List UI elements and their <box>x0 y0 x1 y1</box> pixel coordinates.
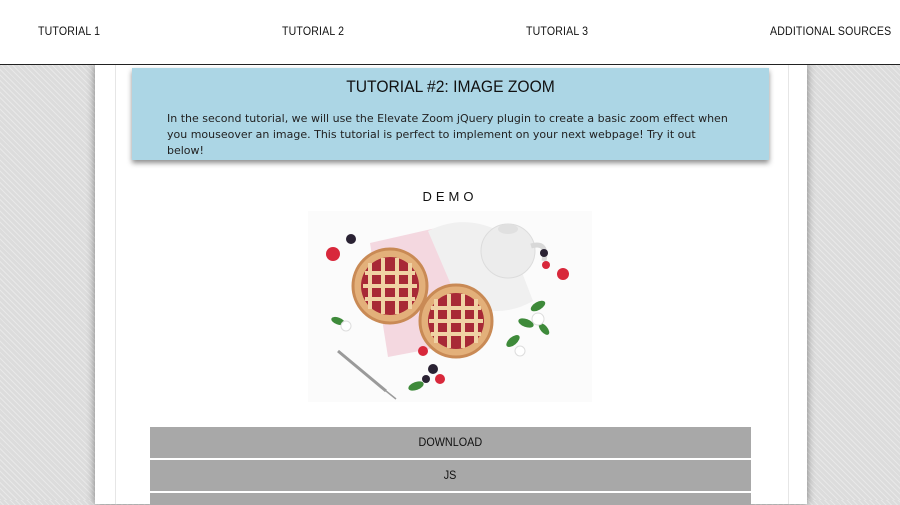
zoomable-pie-image[interactable] <box>308 211 592 402</box>
next-section-button[interactable] <box>150 493 751 505</box>
nav-tutorial-1[interactable]: TUTORIAL 1 <box>38 24 100 38</box>
intro-panel: TUTORIAL #2: IMAGE ZOOM In the second tu… <box>132 68 769 160</box>
nav-additional-sources[interactable]: ADDITIONAL SOURCES <box>770 24 891 38</box>
download-button-label: DOWNLOAD <box>418 435 483 449</box>
top-navigation: TUTORIAL 1 TUTORIAL 2 TUTORIAL 3 ADDITIO… <box>0 0 900 65</box>
tutorial-title: TUTORIAL #2: IMAGE ZOOM <box>346 77 555 96</box>
nav-tutorial-2[interactable]: TUTORIAL 2 <box>282 24 344 38</box>
nav-tutorial-3[interactable]: TUTORIAL 3 <box>526 24 588 38</box>
js-button[interactable]: JS <box>150 460 751 491</box>
tutorial-description: In the second tutorial, we will use the … <box>167 112 728 157</box>
js-button-label: JS <box>444 468 457 482</box>
download-button[interactable]: DOWNLOAD <box>150 427 751 458</box>
demo-heading: DEMO <box>422 189 478 204</box>
